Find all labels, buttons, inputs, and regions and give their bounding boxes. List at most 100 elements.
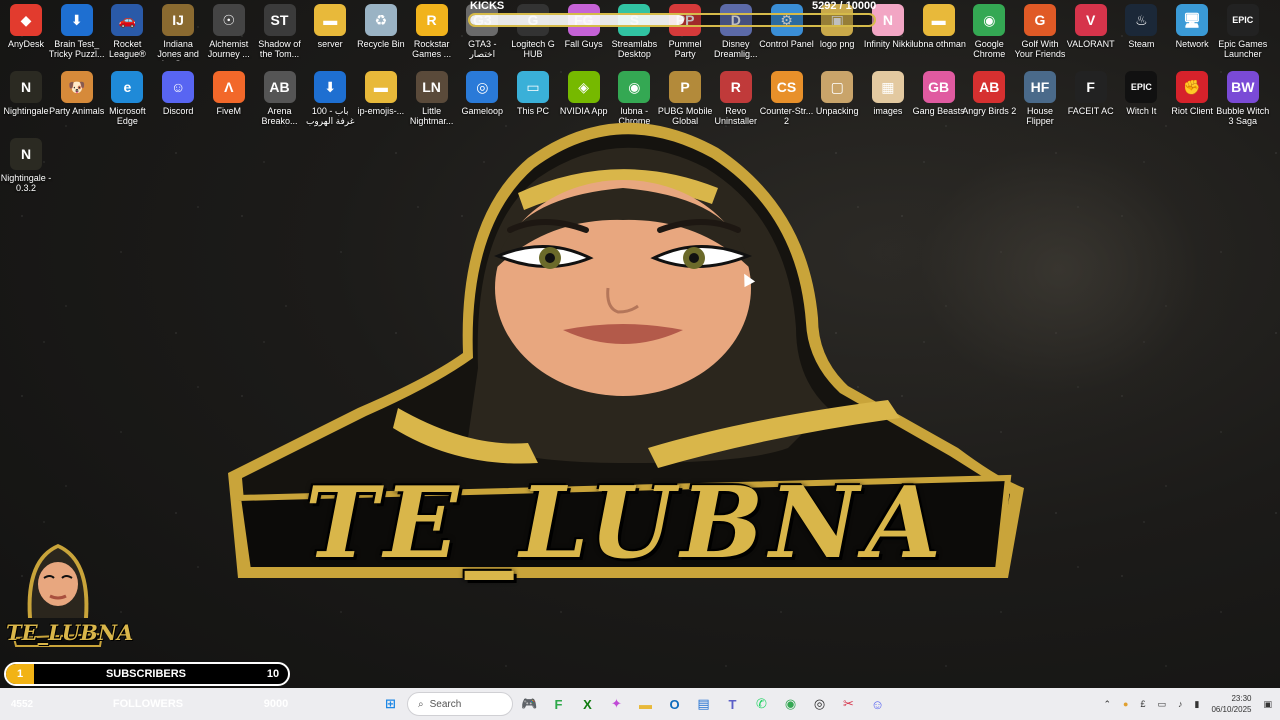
- desktop-icon-anydesk[interactable]: ◆ AnyDesk: [1, 4, 51, 49]
- store-app[interactable]: ▤: [691, 692, 716, 717]
- riot-icon: ✊: [1176, 71, 1209, 103]
- network-icon[interactable]: ▭: [1157, 699, 1166, 710]
- desktop-icon-riot[interactable]: ✊ Riot Client: [1167, 71, 1217, 116]
- desktop-icon-bubble-witch[interactable]: BW Bubble Witch 3 Saga: [1216, 71, 1269, 126]
- desktop-icon-label: Rocket League®: [109, 39, 146, 59]
- indiana-jones-icon: IJ: [162, 4, 195, 36]
- desktop-icon-discord[interactable]: ☺ Discord: [153, 71, 203, 116]
- desktop-icon-party-animals[interactable]: 🐶 Party Animals: [49, 71, 105, 116]
- desktop-icon-alchemist[interactable]: ☉ Alchemist Journey ...: [204, 4, 254, 59]
- whatsapp-app[interactable]: ✆: [749, 692, 774, 717]
- chrome-app[interactable]: ◉: [778, 692, 803, 717]
- desktop-icon-label: This PC: [516, 106, 549, 116]
- alchemist-icon: ☉: [212, 4, 245, 36]
- desktop-icon-label: VALORANT: [1066, 39, 1115, 49]
- desktop-icon-shadow-tomb[interactable]: ST Shadow of the Tom...: [255, 4, 305, 59]
- edge-icon: e: [111, 71, 144, 103]
- desktop-icon-rockstar[interactable]: R Rockstar Games ...: [407, 4, 457, 59]
- desktop-icon-label: Fall Guys: [564, 39, 603, 49]
- desktop-icon-faceit[interactable]: F FACEIT AC: [1066, 71, 1116, 116]
- brain-test-icon: ⬇: [60, 4, 93, 36]
- desktop-icon-ip-emojis[interactable]: ▬ ip-emojis-...: [356, 71, 406, 116]
- party-animals-icon: 🐶: [60, 71, 93, 103]
- file-explorer[interactable]: ▬: [633, 692, 658, 717]
- desktop-icon-golf[interactable]: G Golf With Your Friends: [1015, 4, 1065, 59]
- notification-icon[interactable]: ▣: [1263, 699, 1272, 710]
- desktop-icon-gang-beasts[interactable]: GB Gang Beasts: [913, 71, 965, 116]
- desktop-icon-label: GTA3 - اختصار: [468, 39, 497, 59]
- speaker-icon[interactable]: ♪: [1178, 699, 1183, 709]
- taskbar-search-box[interactable]: ⌕ Search: [407, 692, 513, 716]
- snip-app[interactable]: ✂: [836, 692, 861, 717]
- desktop-icon-gameloop[interactable]: ◎ Gameloop: [457, 71, 507, 116]
- desktop-icon-nightingale-032[interactable]: N Nightingale - 0.3.2: [1, 138, 51, 193]
- chevron-up-icon[interactable]: ⌃: [1103, 699, 1111, 710]
- desktop-icon-this-pc[interactable]: ▭ This PC: [508, 71, 558, 116]
- desktop-icon-edge[interactable]: e Microsoft Edge: [102, 71, 152, 126]
- desktop-icon-rocket-league[interactable]: 🚗 Rocket League®: [102, 4, 152, 59]
- desktop-icon-lubna-othman[interactable]: ▬ lubna othman: [911, 4, 966, 49]
- microphone-icon[interactable]: ●: [1123, 699, 1128, 709]
- teams-app[interactable]: T: [720, 692, 745, 717]
- xbox-app[interactable]: X: [575, 692, 600, 717]
- desktop-icon-label: Control Panel: [759, 39, 814, 49]
- clock[interactable]: 23:30 06/10/2025: [1211, 693, 1251, 715]
- desktop-icon-epic-launcher[interactable]: EPIC Epic Games Launcher: [1218, 4, 1268, 59]
- obs-app[interactable]: ◎: [807, 692, 832, 717]
- start-button[interactable]: ⊞: [378, 692, 403, 717]
- currency-icon[interactable]: £: [1140, 699, 1145, 709]
- desktop-icon-chrome[interactable]: ◉ Google Chrome: [964, 4, 1014, 59]
- desktop-icon-angry-birds[interactable]: AB Angry Birds 2: [962, 71, 1017, 116]
- witch-it-icon: EPIC: [1125, 71, 1158, 103]
- desktop-icon-label: NVIDIA App: [559, 106, 608, 116]
- epic-launcher-icon: EPIC: [1226, 4, 1259, 36]
- nvidia-icon: ◈: [567, 71, 600, 103]
- battery-icon[interactable]: ▮: [1194, 699, 1199, 710]
- outlook-app[interactable]: O: [662, 692, 687, 717]
- desktop-icon-valorant[interactable]: V VALORANT: [1066, 4, 1116, 49]
- discord-icon: ☺: [162, 71, 195, 103]
- this-pc-icon: ▭: [517, 71, 549, 103]
- desktop-icon-label: AnyDesk: [7, 39, 44, 49]
- desktop-icon-brain-test[interactable]: ⬇ Brain Test_ Tricky Puzzl...: [49, 4, 105, 59]
- copilot-app[interactable]: ✦: [604, 692, 629, 717]
- desktop-icon-unpacking[interactable]: ▢ Unpacking: [812, 71, 862, 116]
- desktop-icon-label: Gameloop: [461, 106, 504, 116]
- desktop-icon-steam[interactable]: ♨ Steam: [1116, 4, 1166, 49]
- desktop-icon-label: Infinity Nikki: [863, 39, 912, 49]
- desktop-icon-nightingale[interactable]: N Nightingale: [1, 71, 51, 116]
- famlog-app[interactable]: F: [546, 692, 571, 717]
- desktop-icon-indiana-jones[interactable]: IJ Indiana Jones and the Gre...: [153, 4, 203, 61]
- desktop-icon-images[interactable]: ▦ images: [863, 71, 913, 116]
- widget-app[interactable]: 🎮: [517, 692, 542, 717]
- te-lubna-logo: TE_LUBNA: [228, 118, 1024, 581]
- desktop-icon-label: Microsoft Edge: [109, 106, 146, 126]
- desktop-icon-label: Shadow of the Tom...: [258, 39, 301, 59]
- desktop-icon-label: Nightingale - 0.3.2: [0, 173, 52, 193]
- desktop-icon-recycle-bin[interactable]: ♻ Recycle Bin: [356, 4, 406, 49]
- desktop-icon-label: Nightingale: [3, 106, 49, 116]
- discord-app[interactable]: ☺: [865, 692, 890, 717]
- desktop-icon-label: FiveM: [216, 106, 242, 116]
- desktop-icon-label: Network: [1175, 39, 1209, 49]
- desktop-icon-label: server: [317, 39, 343, 49]
- pubg-icon: P: [669, 71, 702, 103]
- desktop-icon-nvidia[interactable]: ◈ NVIDIA App: [559, 71, 609, 116]
- arena-icon: AB: [263, 71, 296, 103]
- desktop-icon-server[interactable]: ▬ server: [305, 4, 355, 49]
- desktop-icon-fivem[interactable]: Λ FiveM: [204, 71, 254, 116]
- desktop-icon-witch-it[interactable]: EPIC Witch It: [1116, 71, 1166, 116]
- logo-text: TE_LUBNA: [304, 466, 948, 581]
- images-icon: ▦: [871, 71, 904, 103]
- desktop-icon-label: Steam: [1128, 39, 1155, 49]
- followers-label: FOLLOWERS: [112, 698, 184, 710]
- mini-logo-text: TE_LUBNA: [6, 620, 134, 645]
- desktop-icon-label: Party Animals: [49, 106, 105, 116]
- desktop-icon-label: Angry Birds 2: [962, 106, 1017, 116]
- infinity-nikki-icon: N: [871, 4, 904, 36]
- desktop-icon-network[interactable]: 🖥 Network: [1167, 4, 1217, 49]
- revo-icon: R: [719, 71, 752, 103]
- nightingale-icon: N: [10, 71, 42, 103]
- kicks-label: KICKS: [470, 0, 505, 12]
- angry-birds-icon: AB: [973, 71, 1006, 103]
